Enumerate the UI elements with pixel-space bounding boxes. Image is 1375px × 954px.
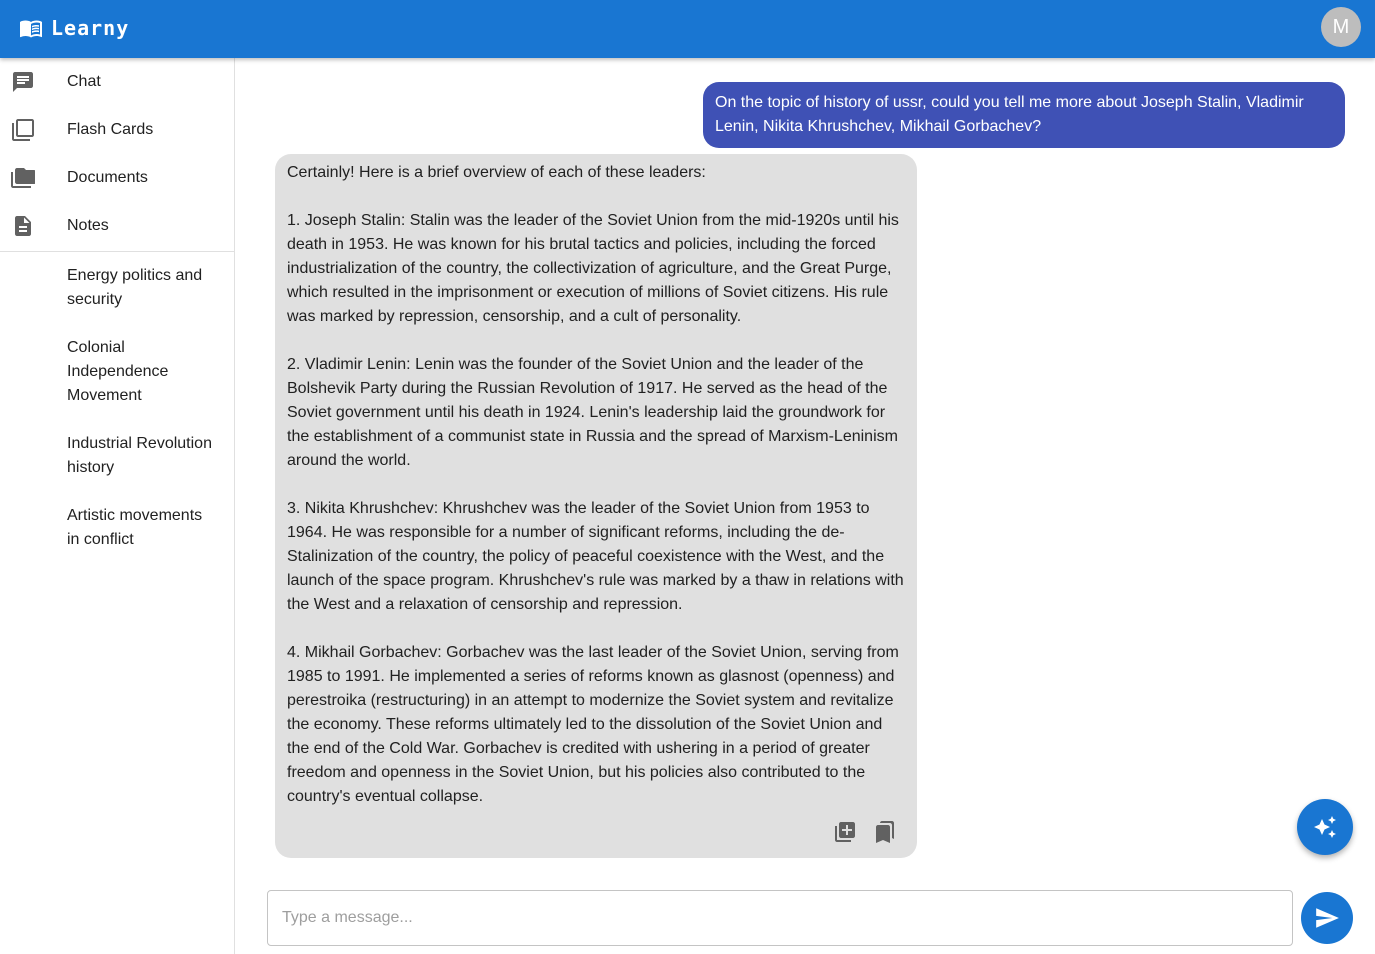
message-paragraph: 4. Mikhail Gorbachev: Gorbachev was the … [287,644,899,805]
avatar[interactable]: M [1321,7,1361,47]
sidebar-item-notes[interactable]: Notes [0,202,234,250]
brand[interactable]: Learny [19,0,129,56]
app-title: Learny [51,16,130,40]
sidebar-item-flash-cards[interactable]: Flash Cards [0,106,234,154]
send-button[interactable] [1301,892,1353,944]
message-paragraph: Certainly! Here is a brief overview of e… [287,164,706,181]
sidebar-item-chat[interactable]: Chat [0,58,234,106]
note-item[interactable]: Colonial Independence Movement [0,324,234,420]
sidebar-item-label: Chat [67,73,101,90]
user-message: On the topic of history of ussr, could y… [703,82,1345,148]
send-icon [1316,908,1339,928]
ai-assist-button[interactable] [1297,799,1353,855]
bookmarks-icon[interactable] [873,820,897,844]
message-paragraph: 2. Vladimir Lenin: Lenin was the founder… [287,356,898,469]
note-icon [15,216,31,236]
sidebar-item-label: Flash Cards [67,121,154,138]
book-icon [20,20,42,38]
chat-panel: On the topic of history of ussr, could y… [235,58,1375,954]
note-item[interactable]: Energy politics and security [0,252,234,324]
app-bar: Learny M [0,0,1375,58]
sparkles-icon [1314,816,1336,838]
sidebar-item-label: Notes [67,217,109,234]
folder-icon [11,168,35,188]
sidebar-item-label: Documents [67,169,148,186]
message-actions [833,820,897,844]
flash-cards-icon [12,119,34,141]
add-to-flash-cards-icon[interactable] [833,820,857,844]
chat-icon [13,72,33,92]
sidebar: Chat Flash Cards Documents Notes Energy … [0,58,235,954]
sidebar-item-documents[interactable]: Documents [0,154,234,202]
assistant-message: Certainly! Here is a brief overview of e… [275,154,917,858]
note-item[interactable]: Artistic movements in conflict [0,492,234,564]
note-item[interactable]: Industrial Revolution history [0,420,234,492]
message-input[interactable] [267,890,1293,946]
message-paragraph: 1. Joseph Stalin: Stalin was the leader … [287,212,899,325]
message-paragraph: 3. Nikita Khrushchev: Khrushchev was the… [287,500,904,613]
